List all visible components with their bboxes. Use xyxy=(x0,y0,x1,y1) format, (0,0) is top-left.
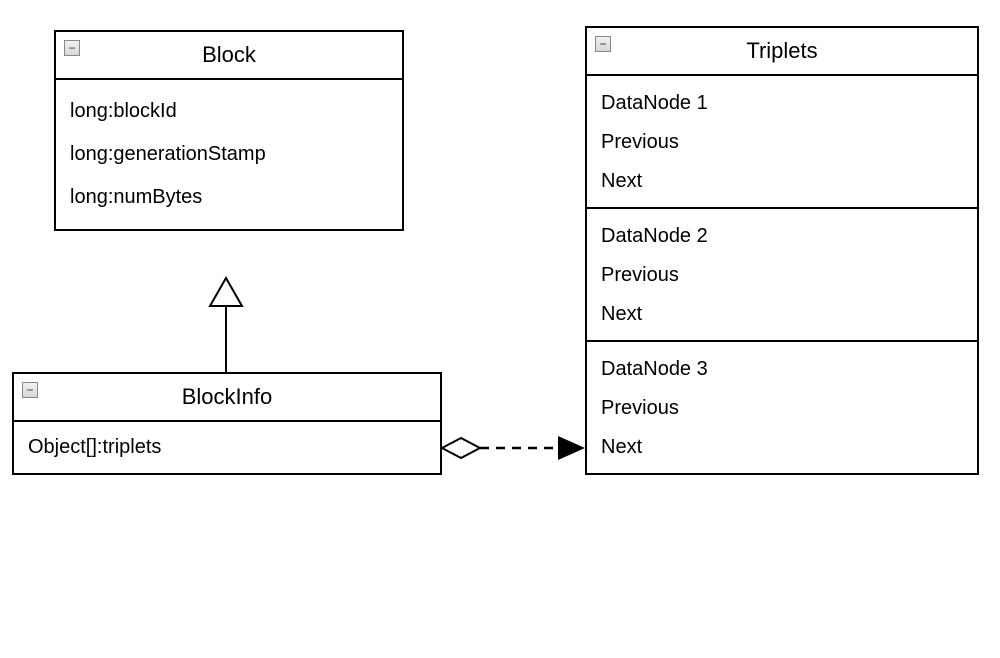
triplets-section-1: DataNode 1 Previous Next xyxy=(587,76,977,209)
triplet-previous-2: Previous xyxy=(601,256,963,295)
class-name-triplets: Triplets xyxy=(746,38,817,63)
triplet-datanode-2: DataNode 2 xyxy=(601,217,963,256)
collapse-icon[interactable]: − xyxy=(22,382,38,398)
collapse-icon[interactable]: − xyxy=(595,36,611,52)
attr-triplets: Object[]:triplets xyxy=(28,432,426,459)
class-name-block: Block xyxy=(202,42,256,67)
triplet-next-3: Next xyxy=(601,428,963,467)
attr-numbytes: long:numBytes xyxy=(70,176,388,219)
triplets-section-2: DataNode 2 Previous Next xyxy=(587,209,977,342)
triplet-datanode-3: DataNode 3 xyxy=(601,350,963,389)
triplet-next-2: Next xyxy=(601,295,963,334)
class-name-blockinfo: BlockInfo xyxy=(182,384,273,409)
uml-class-blockinfo: − BlockInfo Object[]:triplets xyxy=(12,372,442,475)
triplet-previous-3: Previous xyxy=(601,389,963,428)
triplet-next-1: Next xyxy=(601,162,963,201)
uml-class-block: − Block long:blockId long:generationStam… xyxy=(54,30,404,231)
uml-attributes-blockinfo: Object[]:triplets xyxy=(14,422,440,473)
aggregation-dependency-arrow-icon xyxy=(442,436,585,460)
attr-blockid: long:blockId xyxy=(70,90,388,133)
uml-class-header-triplets: − Triplets xyxy=(587,28,977,76)
uml-class-header-blockinfo: − BlockInfo xyxy=(14,374,440,422)
uml-class-triplets: − Triplets DataNode 1 Previous Next Data… xyxy=(585,26,979,475)
triplets-section-3: DataNode 3 Previous Next xyxy=(587,342,977,473)
triplet-datanode-1: DataNode 1 xyxy=(601,84,963,123)
attr-generationstamp: long:generationStamp xyxy=(70,133,388,176)
triplet-previous-1: Previous xyxy=(601,123,963,162)
collapse-icon[interactable]: − xyxy=(64,40,80,56)
uml-attributes-block: long:blockId long:generationStamp long:n… xyxy=(56,80,402,229)
uml-class-header-block: − Block xyxy=(56,32,402,80)
generalization-arrow-icon xyxy=(210,278,242,372)
